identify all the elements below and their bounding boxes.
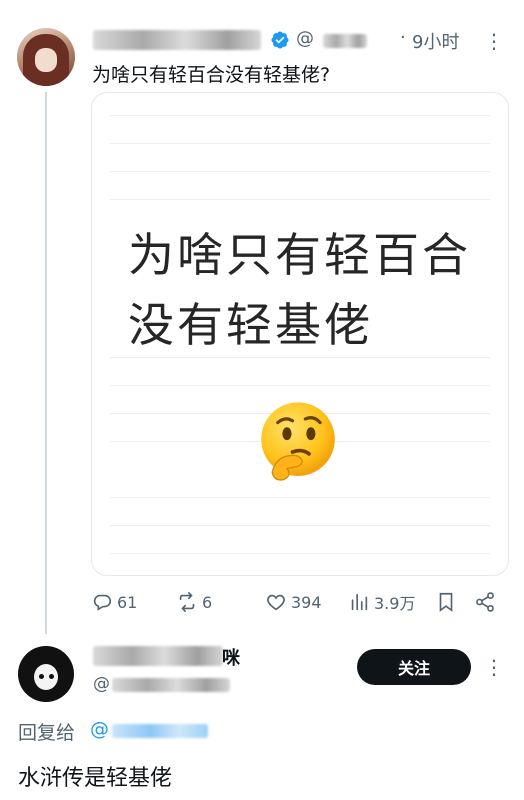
- avatar-face: [35, 48, 57, 72]
- follow-button[interactable]: 关注: [357, 649, 471, 685]
- paper-rule: [110, 143, 490, 144]
- retweet-icon: [179, 592, 195, 612]
- replying-to-label: 回复给: [18, 722, 76, 744]
- retweet-button[interactable]: 6: [176, 590, 212, 614]
- image-text-line1: 为啥只有轻百合: [128, 228, 471, 282]
- share-icon: [476, 592, 494, 612]
- author-name-blurred[interactable]: [93, 30, 261, 50]
- thinking-face-icon: [261, 402, 335, 481]
- reply-handle-prefix: @: [93, 674, 110, 694]
- author-avatar[interactable]: [17, 28, 75, 86]
- analytics-icon: [351, 593, 368, 611]
- image-text-line2: 没有轻基佬: [128, 298, 373, 352]
- paper-rule: [110, 553, 490, 554]
- time-separator: ·: [400, 27, 406, 48]
- bookmark-button[interactable]: [435, 590, 457, 614]
- paper-rule: [110, 199, 490, 200]
- tweet-timestamp[interactable]: 9小时: [412, 28, 459, 54]
- avatar-eye: [49, 674, 54, 679]
- bookmark-icon: [439, 592, 453, 612]
- reply-icon: [93, 594, 111, 611]
- author-handle-prefix: @: [296, 28, 314, 49]
- reply-author-name-blurred[interactable]: [93, 646, 223, 666]
- more-options-icon[interactable]: ⋮: [484, 30, 504, 52]
- reply-count: 61: [117, 592, 138, 612]
- retweet-count: 6: [202, 592, 213, 612]
- paper-rule: [110, 171, 490, 172]
- reply-button[interactable]: 61: [91, 590, 137, 614]
- replying-to-handle-blurred: [112, 724, 208, 738]
- reply-handle-blurred: [112, 678, 230, 692]
- tweet-image[interactable]: 为啥只有轻百合 没有轻基佬: [91, 92, 509, 576]
- reply-author-handle[interactable]: @: [93, 674, 110, 694]
- verified-badge-icon: [271, 31, 289, 49]
- reply-author-avatar[interactable]: [18, 646, 74, 702]
- avatar-face: [34, 664, 58, 690]
- paper-rule: [110, 357, 490, 358]
- avatar-eye: [39, 674, 44, 679]
- replying-to-handle[interactable]: @: [90, 718, 109, 740]
- paper-rule: [110, 385, 490, 386]
- reply-text: 水浒传是轻基佬: [18, 766, 173, 791]
- tweet-text: 为啥只有轻百合没有轻基佬?: [92, 64, 331, 86]
- paper-rule: [110, 525, 490, 526]
- views-button[interactable]: 3.9万: [348, 590, 415, 614]
- author-handle[interactable]: @: [296, 28, 314, 49]
- thread-line: [45, 92, 47, 634]
- replying-to-handle-prefix: @: [90, 718, 109, 740]
- share-button[interactable]: [474, 590, 496, 614]
- reply-author-name[interactable]: 咪: [222, 644, 240, 670]
- like-button[interactable]: 394: [265, 590, 322, 614]
- reply-more-options-icon[interactable]: ⋮: [484, 656, 504, 678]
- paper-rule: [110, 497, 490, 498]
- heart-icon: [267, 594, 285, 611]
- like-count: 394: [291, 592, 322, 612]
- view-count: 3.9万: [374, 594, 416, 613]
- paper-rule: [110, 115, 490, 116]
- author-handle-blurred: [323, 34, 367, 48]
